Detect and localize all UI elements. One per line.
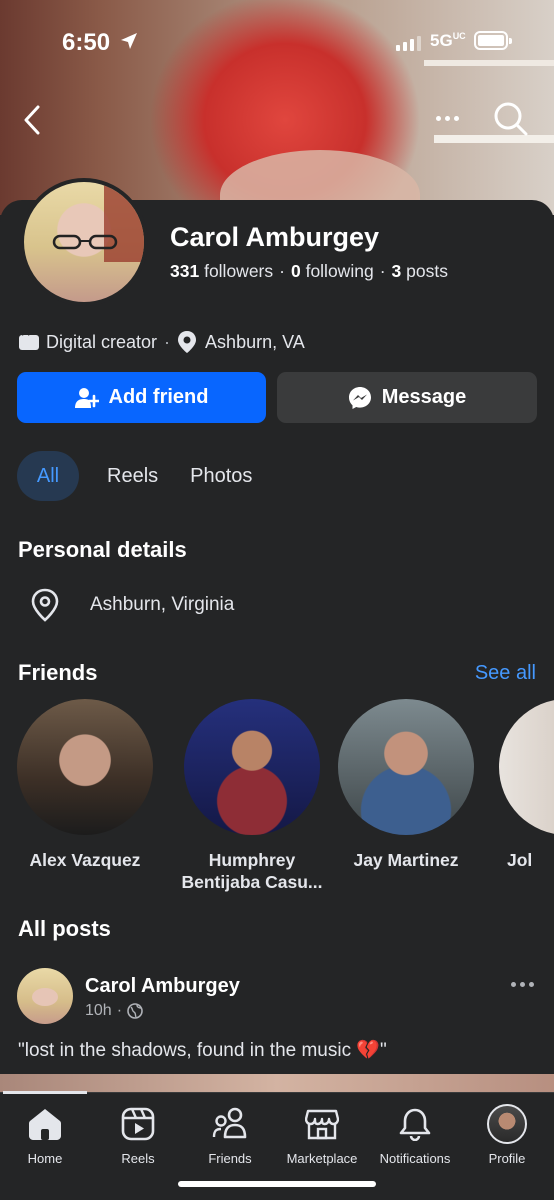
nav-notifications-label: Notifications bbox=[379, 1151, 451, 1166]
nav-home[interactable]: Home bbox=[0, 1103, 91, 1166]
tab-photos[interactable]: Photos bbox=[186, 451, 256, 501]
location-pin-outline-icon bbox=[31, 588, 59, 622]
nav-friends[interactable]: Friends bbox=[184, 1103, 276, 1166]
profile-tabs: All Reels Photos bbox=[17, 451, 256, 501]
message-button[interactable]: Message bbox=[277, 372, 537, 423]
post-author-avatar[interactable] bbox=[17, 968, 73, 1024]
post-author-name[interactable]: Carol Amburgey bbox=[85, 975, 240, 998]
nav-home-label: Home bbox=[27, 1151, 63, 1166]
active-tab-indicator bbox=[3, 1091, 87, 1094]
profile-location: Ashburn, VA bbox=[205, 331, 305, 352]
globe-icon bbox=[127, 1003, 143, 1019]
add-friend-icon bbox=[74, 387, 99, 408]
nav-notifications[interactable]: Notifications bbox=[369, 1103, 461, 1166]
status-bar: 6:50 5GUC bbox=[0, 0, 554, 84]
friend-name[interactable]: Humphrey Bentijaba Casu... bbox=[177, 849, 327, 893]
avatar-glasses bbox=[52, 234, 118, 250]
friend-name[interactable]: Alex Vazquez bbox=[17, 849, 160, 871]
friends-carousel: Alex Vazquez Humphrey Bentijaba Casu... … bbox=[17, 699, 554, 899]
profile-avatar bbox=[487, 1104, 527, 1144]
nav-marketplace-label: Marketplace bbox=[286, 1151, 358, 1166]
profile-category: Digital creator bbox=[46, 331, 158, 352]
battery-icon bbox=[474, 31, 512, 50]
reels-icon bbox=[121, 1107, 155, 1141]
nav-marketplace[interactable]: Marketplace bbox=[276, 1103, 368, 1166]
friend-card[interactable]: Humphrey Bentijaba Casu... bbox=[177, 699, 327, 893]
profile-stats: 331 followers · 0 following · 3 posts bbox=[170, 261, 448, 281]
tab-all[interactable]: All bbox=[17, 451, 79, 501]
nav-profile-label: Profile bbox=[488, 1151, 526, 1166]
friends-title: Friends bbox=[18, 660, 98, 685]
search-icon[interactable] bbox=[493, 101, 529, 137]
back-icon[interactable] bbox=[20, 103, 46, 137]
friend-card[interactable]: Jol bbox=[483, 699, 554, 871]
following-label[interactable]: following bbox=[306, 261, 374, 281]
message-label: Message bbox=[381, 386, 467, 408]
posts-label[interactable]: posts bbox=[406, 261, 448, 281]
friends-icon bbox=[212, 1107, 247, 1139]
friend-card[interactable]: Alex Vazquez bbox=[17, 699, 160, 871]
post-text: "lost in the shadows, found in the music… bbox=[18, 1040, 387, 1061]
nav-reels[interactable]: Reels bbox=[92, 1103, 184, 1166]
status-time: 6:50 bbox=[62, 29, 111, 56]
post-more-options-icon[interactable] bbox=[511, 982, 534, 987]
nav-profile[interactable]: Profile bbox=[461, 1103, 553, 1166]
bell-icon bbox=[399, 1108, 431, 1141]
marketplace-icon bbox=[305, 1109, 339, 1140]
messenger-icon bbox=[348, 386, 371, 409]
home-indicator[interactable] bbox=[178, 1181, 376, 1187]
category-icon bbox=[19, 332, 39, 350]
friend-avatar[interactable] bbox=[17, 699, 153, 835]
profile-name: Carol Amburgey bbox=[170, 222, 380, 252]
signal-icon bbox=[396, 36, 421, 51]
friend-avatar[interactable] bbox=[499, 699, 554, 835]
post-meta: 10h · bbox=[85, 1002, 143, 1020]
personal-details-location: Ashburn, Virginia bbox=[90, 594, 235, 615]
add-friend-button[interactable]: Add friend bbox=[17, 372, 266, 423]
friend-name[interactable]: Jay Martinez bbox=[331, 849, 481, 871]
profile-avatar[interactable] bbox=[20, 178, 148, 306]
friend-avatar[interactable] bbox=[184, 699, 320, 835]
post-header bbox=[17, 968, 73, 1024]
followers-label[interactable]: followers bbox=[204, 261, 273, 281]
followers-count[interactable]: 331 bbox=[170, 261, 199, 281]
nav-friends-label: Friends bbox=[208, 1151, 252, 1166]
network-indicator: 5GUC bbox=[430, 31, 466, 50]
profile-info-row: Digital creator · Ashburn, VA bbox=[18, 330, 305, 354]
friend-name[interactable]: Jol bbox=[499, 849, 554, 871]
posts-count[interactable]: 3 bbox=[392, 261, 402, 281]
personal-details-title: Personal details bbox=[18, 537, 187, 562]
friend-card[interactable]: Jay Martinez bbox=[331, 699, 481, 871]
see-all-friends-link[interactable]: See all bbox=[475, 662, 536, 685]
post-time[interactable]: 10h bbox=[85, 1002, 112, 1020]
nav-reels-label: Reels bbox=[121, 1151, 155, 1166]
add-friend-label: Add friend bbox=[108, 386, 209, 408]
location-pin-icon bbox=[178, 331, 197, 353]
personal-details-location-row: Ashburn, Virginia bbox=[30, 588, 234, 622]
more-options-icon[interactable] bbox=[436, 116, 459, 121]
friend-avatar[interactable] bbox=[338, 699, 474, 835]
location-arrow-icon bbox=[121, 33, 137, 49]
following-count[interactable]: 0 bbox=[291, 261, 301, 281]
tab-reels[interactable]: Reels bbox=[79, 451, 186, 501]
all-posts-title: All posts bbox=[18, 916, 111, 941]
home-icon bbox=[29, 1109, 61, 1140]
